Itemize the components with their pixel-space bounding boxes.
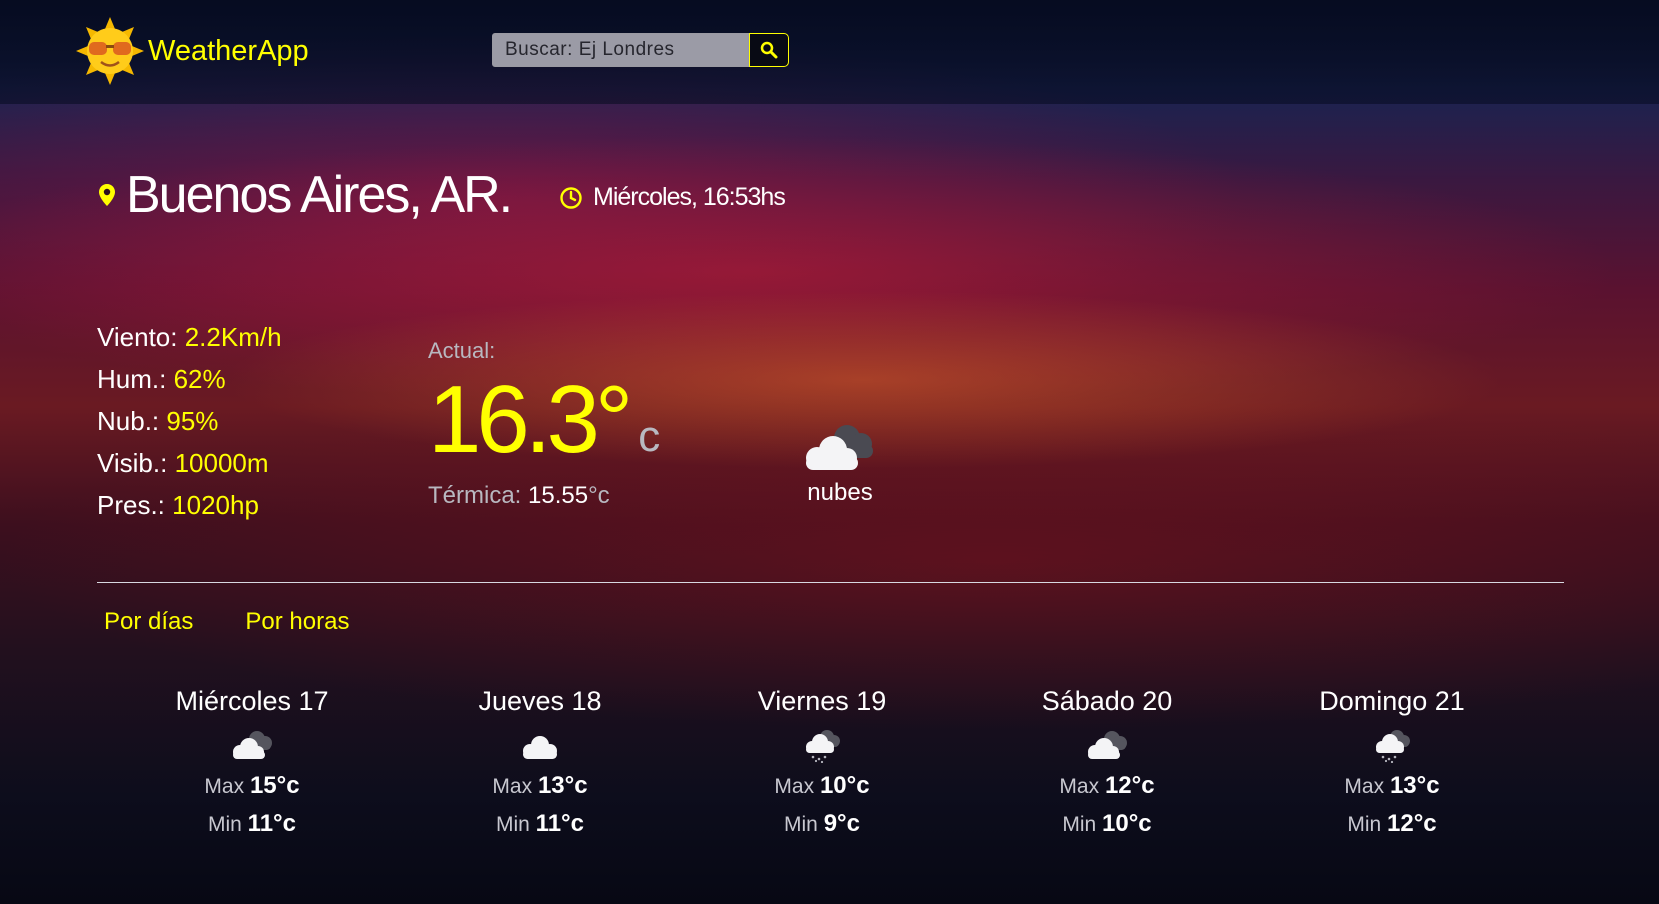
max-value: 13°c <box>1389 772 1440 799</box>
stat-value: 1020hp <box>172 490 259 520</box>
min-value: 10°c <box>1102 810 1152 837</box>
max-label: Max <box>204 775 245 798</box>
forecast-day: Domingo 21 Max 13°c Min 12°c <box>1262 686 1522 839</box>
min-label: Min <box>207 813 242 836</box>
rain-cloud-icon <box>1376 730 1410 763</box>
forecast-max: Max 15°c <box>122 771 382 801</box>
stat-label: Nub.: <box>97 406 160 436</box>
stat-clouds: Nub.: 95% <box>97 400 282 442</box>
max-value: 10°c <box>819 772 870 799</box>
current-temperature: 16.3° <box>428 366 633 473</box>
max-value: 13°c <box>537 772 588 799</box>
max-label: Max <box>774 775 815 798</box>
map-pin-icon <box>99 184 115 206</box>
forecast-tabs: Por días Por horas <box>104 608 401 636</box>
forecast-day-name: Viernes 19 <box>757 686 887 716</box>
forecast-day: Jueves 18 Max 13°c Min 11°c <box>410 686 670 839</box>
search-input[interactable] <box>492 33 749 67</box>
current-label: Actual: <box>428 338 496 363</box>
current-weather: Actual: 16.3° c Térmica: 15.55°c <box>428 338 660 510</box>
broken-clouds-icon <box>806 425 873 470</box>
forecast-max: Max 13°c <box>410 771 670 801</box>
forecast-day-name: Domingo 21 <box>1319 686 1465 716</box>
min-label: Min <box>495 813 530 836</box>
forecast-max: Max 10°c <box>692 771 952 801</box>
max-value: 15°c <box>249 772 300 799</box>
forecast-day-name: Jueves 18 <box>478 686 602 716</box>
forecast-min: Min 11°c <box>122 809 382 839</box>
forecast-day-name: Sábado 20 <box>1041 686 1173 716</box>
min-label: Min <box>1062 813 1097 836</box>
stat-pressure: Pres.: 1020hp <box>97 484 282 526</box>
datetime-text: Miércoles, 16:53hs <box>593 183 786 211</box>
forecast-min: Min 10°c <box>977 809 1237 839</box>
location-row: Buenos Aires, AR. <box>98 165 513 225</box>
forecast-min: Min 12°c <box>1262 809 1522 839</box>
search-button[interactable] <box>749 33 789 67</box>
min-label: Min <box>1347 813 1382 836</box>
stat-value: 2.2Km/h <box>184 322 282 352</box>
current-condition: nubes <box>790 418 890 507</box>
forecast-min: Min 11°c <box>410 809 670 839</box>
divider <box>97 582 1564 583</box>
feels-like: Térmica: 15.55°c <box>428 482 660 510</box>
current-temp-row: 16.3° c <box>428 372 660 468</box>
tab-por-horas[interactable]: Por horas <box>245 608 349 636</box>
stat-label: Hum.: <box>97 364 167 394</box>
current-temp-unit: c <box>638 412 661 461</box>
weather-stats: Viento: 2.2Km/h Hum.: 62% Nub.: 95% Visi… <box>97 316 282 526</box>
stat-humidity: Hum.: 62% <box>97 358 282 400</box>
max-label: Max <box>1344 775 1385 798</box>
cloud-icon <box>523 736 557 759</box>
feels-like-label: Térmica: <box>428 482 522 509</box>
min-value: 12°c <box>1387 810 1437 837</box>
min-value: 11°c <box>247 810 296 837</box>
sun-with-sunglasses-icon <box>76 17 144 85</box>
stat-value: 10000m <box>174 448 269 478</box>
broken-clouds-icon <box>1088 731 1127 759</box>
stat-label: Visib.: <box>97 448 168 478</box>
search-icon <box>760 41 778 59</box>
forecast-day: Miércoles 17 Max 15°c Min 11°c <box>122 686 382 839</box>
app-title: WeatherApp <box>148 34 309 67</box>
rain-cloud-icon <box>806 730 840 763</box>
max-label: Max <box>492 775 533 798</box>
condition-text: nubes <box>807 479 873 506</box>
broken-clouds-icon <box>233 731 272 759</box>
stat-label: Pres.: <box>97 490 165 520</box>
search-bar <box>492 33 789 67</box>
forecast-day: Sábado 20 Max 12°c Min 10°c <box>977 686 1237 839</box>
city-name: Buenos Aires, AR. <box>126 166 513 224</box>
feels-like-unit: °c <box>588 482 610 509</box>
stat-value: 62% <box>173 364 226 394</box>
stat-visibility: Visib.: 10000m <box>97 442 282 484</box>
forecast-day-name: Miércoles 17 <box>175 686 329 716</box>
datetime-row: Miércoles, 16:53hs <box>559 183 786 212</box>
min-value: 11°c <box>535 810 584 837</box>
logo[interactable]: WeatherApp <box>76 16 309 86</box>
tab-por-dias[interactable]: Por días <box>104 608 193 636</box>
forecast-day: Viernes 19 Max 10°c Min 9°c <box>692 686 952 839</box>
clock-icon <box>560 186 582 209</box>
min-value: 9°c <box>823 810 860 837</box>
feels-like-value: 15.55 <box>528 482 589 509</box>
stat-wind: Viento: 2.2Km/h <box>97 316 282 358</box>
forecast-min: Min 9°c <box>692 809 952 839</box>
stat-value: 95% <box>166 406 219 436</box>
forecast-max: Max 13°c <box>1262 771 1522 801</box>
max-label: Max <box>1059 775 1100 798</box>
min-label: Min <box>784 813 818 836</box>
max-value: 12°c <box>1104 772 1155 799</box>
forecast-max: Max 12°c <box>977 771 1237 801</box>
stat-label: Viento: <box>97 322 178 352</box>
